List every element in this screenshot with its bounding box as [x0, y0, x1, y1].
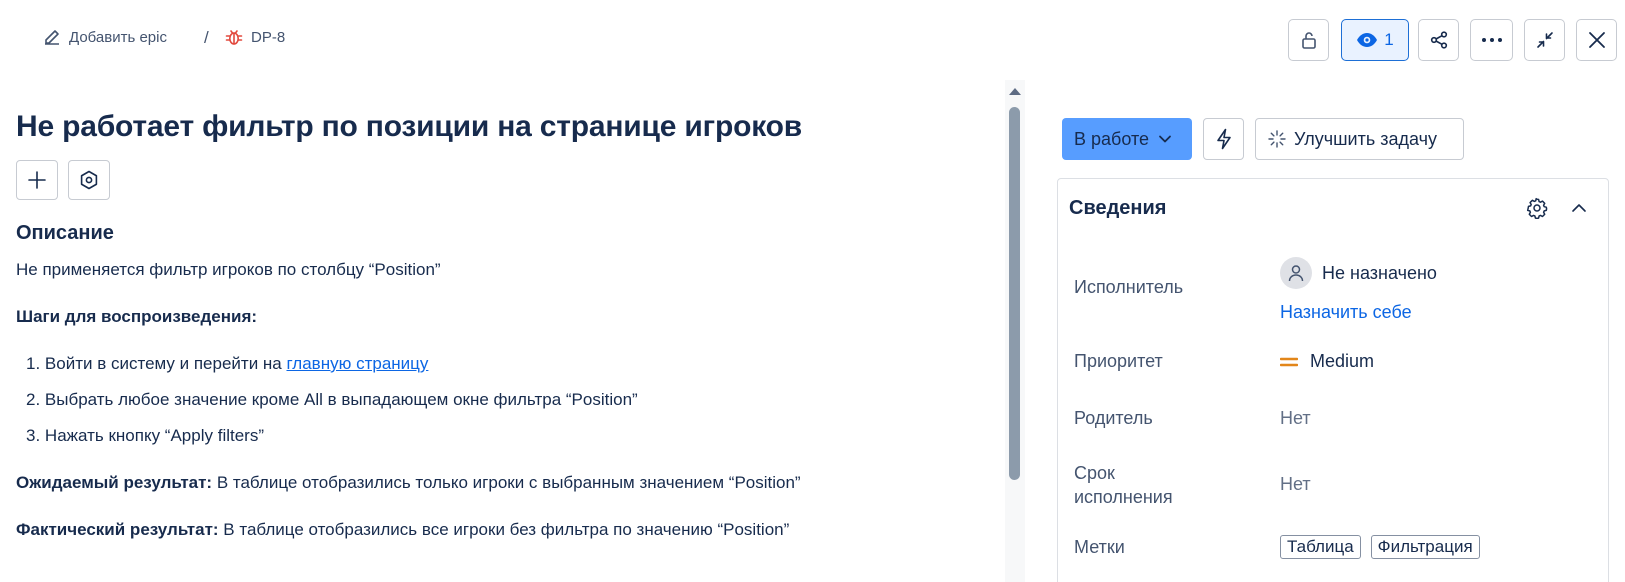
actual-result-label: Фактический результат:	[16, 520, 219, 539]
add-epic-label: Добавить epic	[69, 28, 167, 46]
avatar	[1280, 257, 1312, 289]
eye-icon	[1357, 33, 1378, 47]
issue-header: Добавить epic / DP-8 1	[0, 0, 1625, 80]
expected-result: Ожидаемый результат: В таблице отобразил…	[16, 473, 801, 493]
actual-result-text: В таблице отобразились все игроки без фи…	[218, 520, 790, 539]
user-icon	[1288, 265, 1304, 282]
more-actions-button[interactable]	[1470, 19, 1513, 61]
status-label: В работе	[1074, 128, 1150, 149]
issue-key-link[interactable]: DP-8	[224, 27, 285, 47]
add-epic-link[interactable]: Добавить epic	[42, 27, 167, 47]
improve-issue-button[interactable]: Улучшить задачу	[1255, 118, 1464, 160]
edit-icon	[45, 30, 59, 45]
status-dropdown[interactable]: В работе	[1062, 118, 1192, 160]
automation-button[interactable]	[1203, 118, 1244, 160]
parent-label: Родитель	[1074, 408, 1153, 428]
due-date-label: Срок исполнения	[1074, 461, 1173, 509]
priority-label: Приоритет	[1074, 351, 1163, 371]
due-date-field[interactable]: Нет	[1280, 474, 1311, 495]
more-icon	[1481, 38, 1502, 42]
watch-button[interactable]: 1	[1341, 19, 1409, 61]
assignee-field[interactable]: Не назначено	[1280, 257, 1437, 289]
plus-icon	[28, 171, 46, 189]
labels-field[interactable]: Таблица Фильтрация	[1280, 535, 1490, 559]
unlock-icon	[1301, 32, 1316, 49]
close-icon	[1588, 32, 1605, 48]
apps-button[interactable]	[68, 160, 110, 200]
priority-value: Medium	[1310, 351, 1375, 371]
collapse-icon	[1536, 32, 1553, 48]
step-number: 1.	[26, 354, 41, 373]
apps-icon	[80, 170, 98, 190]
share-icon	[1430, 31, 1447, 49]
details-heading[interactable]: Сведения	[1069, 197, 1166, 220]
add-button[interactable]	[16, 160, 58, 200]
collapse-details-button[interactable]	[1570, 199, 1588, 222]
share-button[interactable]	[1418, 19, 1459, 61]
gear-icon	[1526, 197, 1548, 220]
scroll-up-arrow[interactable]	[1009, 88, 1021, 95]
step-item: 2. Выбрать любое значение кроме All в вы…	[26, 390, 638, 410]
expected-result-label: Ожидаемый результат:	[16, 473, 213, 492]
steps-heading: Шаги для воспроизведения:	[16, 307, 258, 326]
watch-count: 1	[1384, 30, 1394, 49]
issue-key: DP-8	[251, 28, 286, 46]
step-item: 1. Войти в систему и перейти на главную …	[26, 354, 428, 374]
chevron-up-icon	[1572, 204, 1586, 212]
main-page-link[interactable]: главную страницу	[286, 354, 428, 373]
priority-medium-icon	[1280, 357, 1298, 366]
assignee-label: Исполнитель	[1074, 277, 1184, 297]
breadcrumb-separator: /	[204, 28, 209, 47]
bug-icon	[225, 30, 243, 45]
parent-field[interactable]: Нет	[1280, 408, 1311, 429]
label-tag[interactable]: Фильтрация	[1370, 535, 1480, 559]
due-date-label-line1: Срок	[1074, 463, 1115, 483]
issue-title[interactable]: Не работает фильтр по позиции на страниц…	[16, 110, 802, 144]
scrollbar-thumb[interactable]	[1009, 107, 1020, 480]
close-button[interactable]	[1576, 19, 1617, 61]
step-text: Выбрать любое значение кроме All в выпад…	[44, 390, 638, 409]
step-number: 2.	[26, 390, 41, 409]
step-text: Войти в систему и перейти на	[44, 354, 287, 373]
details-settings-button[interactable]	[1526, 197, 1548, 224]
description-heading: Описание	[16, 222, 114, 244]
improve-issue-label: Улучшить задачу	[1294, 128, 1437, 149]
restrict-button[interactable]	[1288, 19, 1329, 61]
due-date-label-line2: исполнения	[1074, 487, 1173, 507]
step-item: 3. Нажать кнопку “Apply filters”	[26, 426, 264, 446]
chevron-down-icon	[1159, 135, 1171, 143]
sparkle-icon	[1268, 130, 1286, 148]
label-tag[interactable]: Таблица	[1280, 535, 1361, 559]
expected-result-text: В таблице отобразились только игроки с в…	[212, 473, 801, 492]
bolt-icon	[1216, 128, 1231, 150]
minimize-button[interactable]	[1524, 19, 1565, 61]
details-panel: Сведения Исполнитель Не назначено Назнач…	[1057, 178, 1609, 582]
assignee-value: Не назначено	[1322, 262, 1437, 283]
step-number: 3.	[26, 426, 41, 445]
description-text[interactable]: Не применяется фильтр игроков по столбцу…	[16, 260, 441, 280]
priority-field[interactable]: Medium	[1280, 351, 1374, 372]
actual-result: Фактический результат: В таблице отобраз…	[16, 520, 789, 540]
labels-label: Метки	[1074, 537, 1125, 557]
assign-to-me-link[interactable]: Назначить себе	[1280, 302, 1412, 323]
step-text: Нажать кнопку “Apply filters”	[44, 426, 264, 445]
